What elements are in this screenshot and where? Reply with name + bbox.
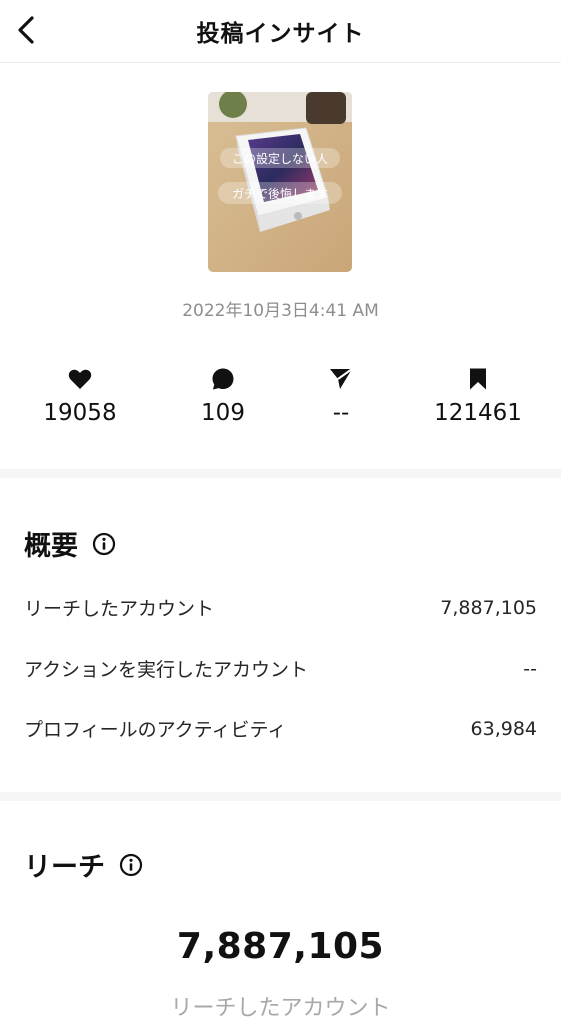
reach-total: 7,887,105: [176, 926, 385, 967]
shares-count: --: [332, 400, 350, 426]
shares-stat[interactable]: --: [281, 366, 401, 426]
overview-row-profile-activity[interactable]: プロフィールのアクティビティ 63,984: [24, 715, 537, 742]
comments-count: 109: [201, 400, 245, 426]
reach-section-title: リーチ: [24, 845, 143, 884]
bookmark-icon: [470, 368, 486, 390]
reach-caption: リーチしたアカウント: [170, 996, 391, 1021]
post-image: この設定しない人 ガチで後悔します: [208, 92, 352, 272]
likes-count: 19058: [43, 400, 117, 426]
saves-stat[interactable]: 121461: [418, 366, 538, 426]
overview-row-reached[interactable]: リーチしたアカウント 7,887,105: [24, 594, 537, 621]
thumbnail-caption-2: ガチで後悔します: [232, 186, 328, 201]
post-insights-screen: 投稿インサイト この設定しない人 ガチで後悔します 2022年10月3日4:41…: [0, 0, 561, 1024]
info-icon: [92, 532, 116, 555]
heart-icon: [68, 369, 92, 389]
overview-section-title: 概要: [24, 524, 116, 563]
reach-info-button[interactable]: [119, 853, 143, 877]
thumbnail-caption-1: この設定しない人: [232, 151, 328, 166]
page-title: 投稿インサイト: [196, 21, 365, 47]
section-divider: [0, 792, 561, 801]
row-label: アクションを実行したアカウント: [24, 659, 309, 681]
row-value: 7,887,105: [440, 596, 537, 619]
overview-title: 概要: [24, 531, 78, 562]
row-label: プロフィールのアクティビティ: [24, 719, 287, 741]
reach-title: リーチ: [24, 852, 105, 883]
saves-count: 121461: [434, 400, 522, 426]
header-bar: 投稿インサイト: [0, 0, 561, 63]
comments-stat[interactable]: 109: [163, 366, 283, 426]
share-icon: [330, 368, 353, 389]
section-divider: [0, 469, 561, 478]
comment-icon: [212, 368, 234, 390]
row-value: --: [523, 657, 537, 680]
post-date: 2022年10月3日4:41 AM: [182, 301, 379, 321]
overview-info-button[interactable]: [92, 532, 116, 556]
post-thumbnail[interactable]: この設定しない人 ガチで後悔します: [208, 92, 352, 272]
info-icon: [119, 853, 143, 876]
overview-row-engaged[interactable]: アクションを実行したアカウント --: [24, 655, 537, 682]
row-value: 63,984: [470, 717, 537, 740]
row-label: リーチしたアカウント: [24, 598, 215, 620]
likes-stat[interactable]: 19058: [20, 366, 140, 426]
